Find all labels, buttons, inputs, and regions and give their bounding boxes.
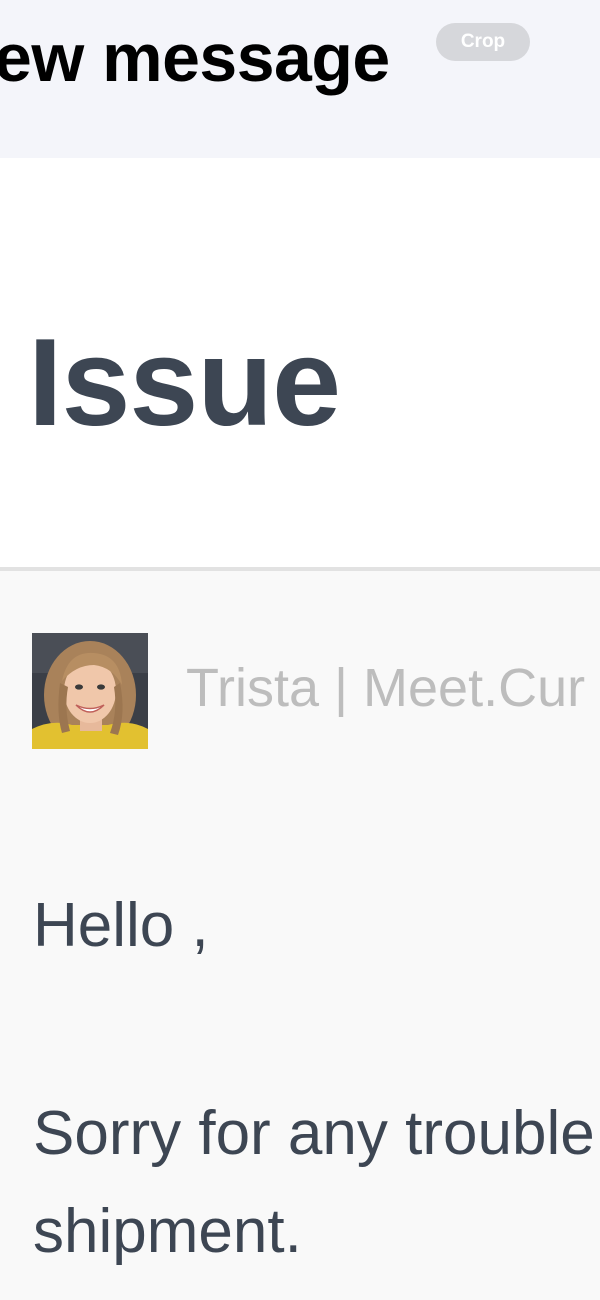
body-paragraph-line: Sorry for any trouble bbox=[33, 1099, 595, 1168]
email-subject: Issue bbox=[28, 314, 341, 452]
compose-header: ew message Crop bbox=[0, 0, 600, 158]
sender-name[interactable]: Trista | Meet.Cur bbox=[186, 657, 585, 719]
person-avatar-photo-icon bbox=[32, 633, 148, 749]
message-body-section: Trista | Meet.Cur Hello , Sorry for any … bbox=[0, 571, 600, 1300]
body-paragraph-line: shipment. bbox=[33, 1197, 302, 1266]
subject-section: Issue bbox=[0, 158, 600, 568]
crop-button[interactable]: Crop bbox=[436, 23, 530, 61]
body-greeting: Hello , bbox=[33, 891, 209, 960]
avatar[interactable] bbox=[32, 633, 148, 749]
header-title: ew message bbox=[0, 20, 390, 96]
email-viewer: ew message Crop Issue Trista | Meet.Cur … bbox=[0, 0, 600, 1300]
